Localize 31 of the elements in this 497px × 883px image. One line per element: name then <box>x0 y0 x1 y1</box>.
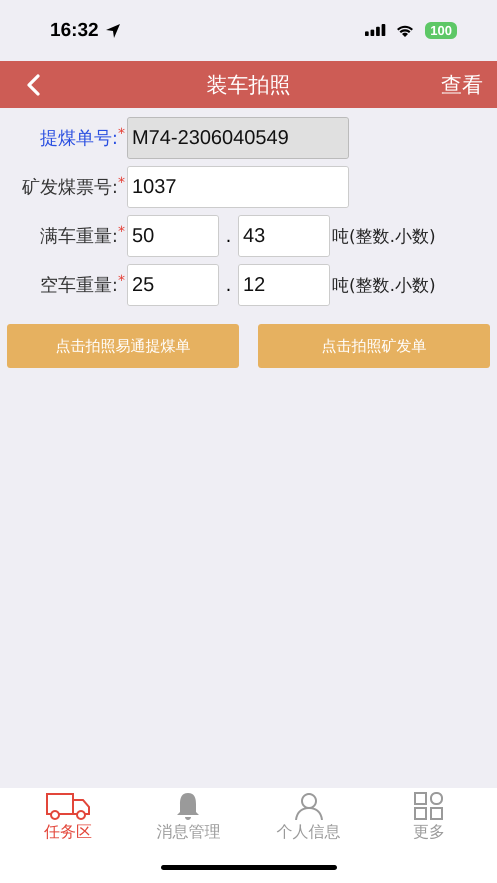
tab-item[interactable]: 任务区 <box>13 792 124 852</box>
input-field[interactable]: 50 <box>127 215 219 257</box>
page-title: 装车拍照 <box>206 72 290 98</box>
back-icon[interactable] <box>26 74 40 96</box>
battery-indicator: 100 <box>425 22 457 39</box>
wifi-icon <box>395 24 416 38</box>
field-label: 提煤单号: <box>38 127 118 150</box>
field-label: 满车重量: <box>38 225 118 248</box>
tab-item[interactable]: 消息管理 <box>133 792 244 852</box>
decimal-separator: . <box>224 226 232 246</box>
grid-icon <box>414 792 444 820</box>
required-mark: * <box>118 224 126 240</box>
truck-icon <box>45 792 92 820</box>
required-mark: * <box>118 126 126 142</box>
status-time: 16:32 <box>50 20 99 42</box>
input-field[interactable]: 25 <box>127 264 219 306</box>
required-mark: * <box>118 273 126 289</box>
input-field[interactable]: 12 <box>238 264 330 306</box>
input-field[interactable]: 43 <box>238 215 330 257</box>
decimal-separator: . <box>224 274 232 296</box>
field-label: 空车重量: <box>38 274 118 297</box>
tab-item[interactable]: 个人信息 <box>254 792 364 852</box>
unit-label: 吨(整数.小数) <box>332 226 436 248</box>
view-link[interactable]: 查看 <box>441 70 483 98</box>
input-field[interactable]: 1037 <box>127 166 349 208</box>
person-icon <box>294 792 324 820</box>
required-mark: * <box>118 175 126 191</box>
location-arrow-icon <box>104 22 121 38</box>
unit-label: 吨(整数.小数) <box>332 274 436 296</box>
tab-item[interactable]: 更多 <box>374 792 484 852</box>
field-label: 矿发煤票号: <box>20 176 118 199</box>
